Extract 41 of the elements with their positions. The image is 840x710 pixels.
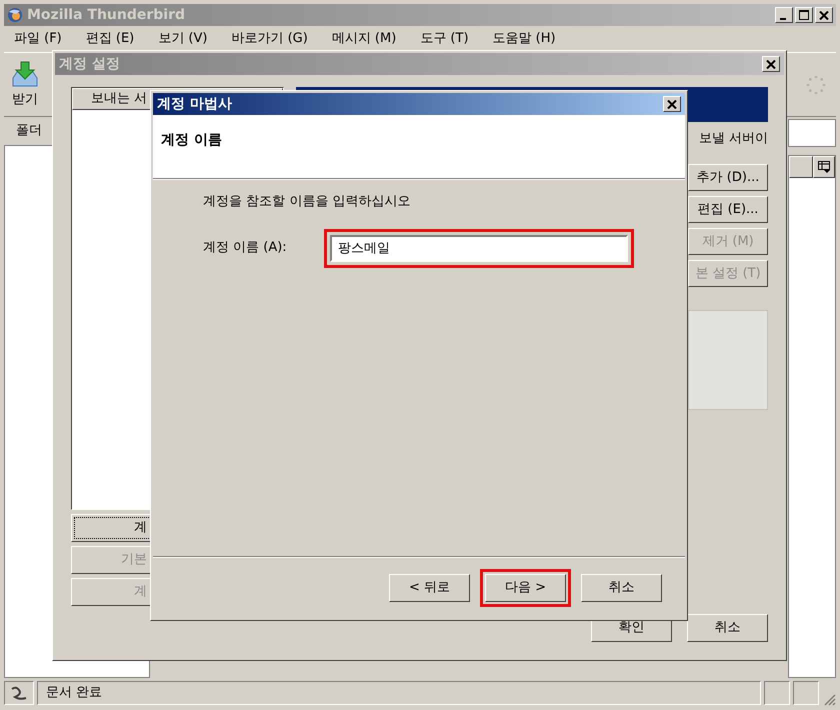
throbber-icon — [806, 74, 826, 94]
server-description: 보낼 서버이 — [698, 130, 768, 148]
field-label: 계정 이름 (A): — [203, 239, 288, 258]
menu-item[interactable]: 도움말 (H) — [492, 29, 556, 49]
resize-grip-icon[interactable] — [822, 692, 836, 706]
server-action-button[interactable]: 추가 (D)... — [688, 164, 768, 191]
status-panel — [793, 681, 819, 705]
wizard-button[interactable]: 취소 — [581, 574, 662, 602]
search-field[interactable] — [788, 119, 836, 147]
instruction-text: 계정을 참조할 이름을 입력하십시오 — [203, 193, 412, 211]
close-icon — [819, 10, 829, 20]
close-icon — [667, 100, 677, 108]
wizard-button[interactable]: < 뒤로 — [389, 574, 470, 602]
folder-pane-header: 폴더 — [15, 122, 43, 140]
maximize-icon — [799, 10, 809, 20]
column-picker-icon[interactable] — [813, 156, 835, 178]
status-text: 문서 완료 — [37, 681, 761, 705]
close-icon — [766, 60, 776, 68]
close-button[interactable] — [815, 7, 833, 23]
maximize-button[interactable] — [795, 7, 813, 23]
menu-item[interactable]: 메시지 (M) — [332, 29, 396, 49]
menu-item[interactable]: 파일 (F) — [14, 29, 62, 49]
status-panel — [764, 681, 790, 705]
menu-item[interactable]: 보기 (V) — [158, 29, 208, 49]
wizard-button[interactable]: 다음 > — [485, 574, 566, 602]
window-title: Mozilla Thunderbird — [27, 6, 186, 24]
minimize-icon — [780, 18, 788, 20]
menu-item[interactable]: 편집 (E) — [86, 29, 134, 49]
online-status-icon — [10, 685, 28, 701]
close-button[interactable] — [663, 96, 681, 112]
menu-item[interactable]: 바로가기 (G) — [231, 29, 308, 49]
get-mail-button[interactable]: 받기 — [10, 60, 40, 110]
dialog-title: 계정 설정 — [59, 54, 120, 74]
page-heading: 계정 이름 — [161, 132, 222, 148]
menu-item[interactable]: 도구 (T) — [420, 29, 469, 49]
close-button[interactable] — [762, 56, 780, 72]
app-icon — [7, 7, 23, 23]
account-name-field[interactable]: 팡스메일 — [330, 234, 628, 262]
server-action-button[interactable]: 편집 (E)... — [688, 196, 768, 223]
minimize-button[interactable] — [775, 7, 793, 23]
dialog-button[interactable]: 취소 — [687, 614, 768, 642]
